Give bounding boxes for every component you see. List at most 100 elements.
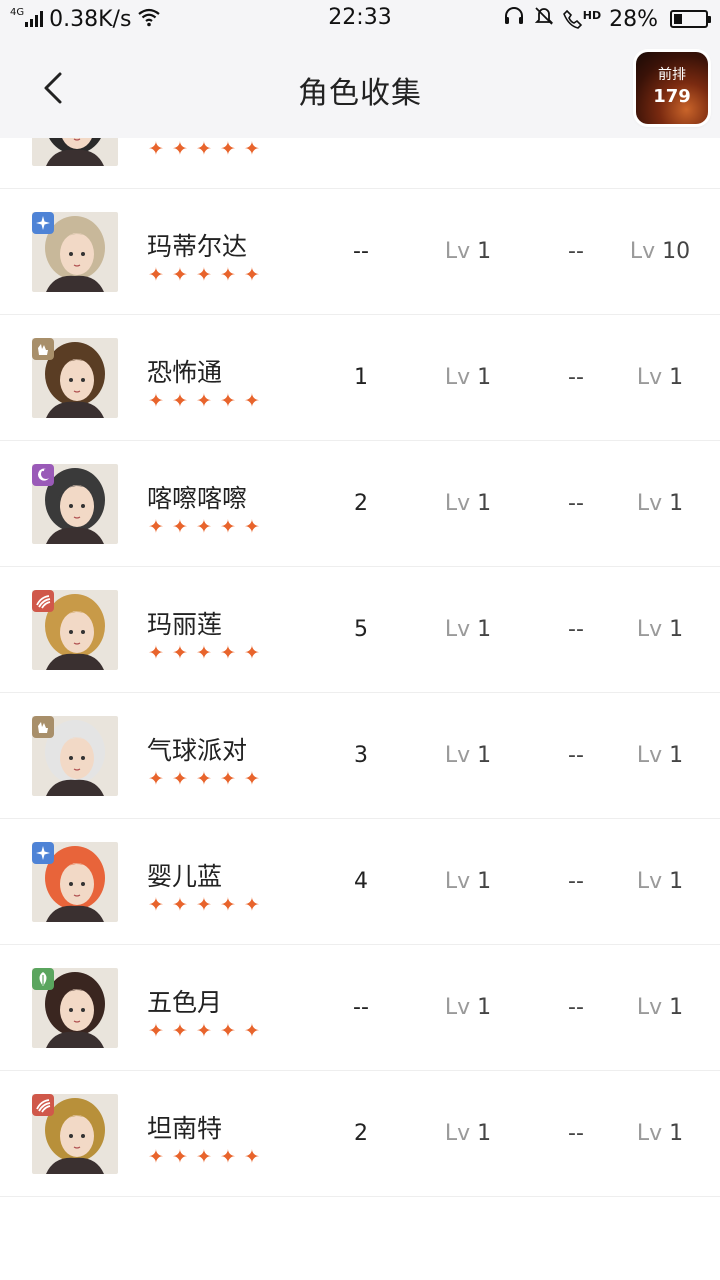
star-icon: ✦ — [196, 516, 212, 538]
battery-percent: 28% — [609, 6, 658, 32]
star-icon: ✦ — [172, 642, 188, 664]
character-row[interactable]: 五色月 ✦ ✦ ✦ ✦ ✦ -- Lv 1 -- Lv 1 — [0, 945, 720, 1071]
character-row[interactable]: 玛丽莲 ✦ ✦ ✦ ✦ ✦ 5 Lv 1 -- Lv 1 — [0, 567, 720, 693]
star-icon: ✦ — [244, 894, 260, 916]
hand-icon — [32, 716, 54, 738]
star-icon: ✦ — [244, 264, 260, 286]
level-prefix: Lv — [636, 743, 663, 768]
star-icon — [32, 842, 54, 864]
star-rating: ✦ ✦ ✦ ✦ ✦ — [146, 391, 262, 411]
level-prefix: Lv — [636, 617, 663, 642]
star-icon: ✦ — [220, 1146, 236, 1168]
star-icon: ✦ — [148, 894, 164, 916]
hd-label: HD — [582, 9, 602, 22]
awakening-rank: -- — [568, 365, 584, 390]
level-prefix: Lv — [636, 869, 663, 894]
awakening-rank: -- — [568, 995, 584, 1020]
character-level: Lv 1 — [614, 995, 706, 1020]
copies-count: -- — [353, 239, 369, 264]
star-icon: ✦ — [172, 768, 188, 790]
level-value: 1 — [669, 743, 684, 768]
skill-level: Lv 1 — [428, 1121, 508, 1146]
star-icon: ✦ — [244, 516, 260, 538]
star-icon: ✦ — [148, 264, 164, 286]
star-icon: ✦ — [196, 138, 212, 160]
level-value: 10 — [662, 239, 691, 264]
level-prefix: Lv — [636, 995, 663, 1020]
header-bar: 角色收集 前排 179 — [0, 38, 720, 138]
star-icon: ✦ — [148, 1146, 164, 1168]
star-icon: ✦ — [244, 1020, 260, 1042]
battery-icon — [670, 10, 711, 28]
awakening-rank: -- — [568, 1121, 584, 1146]
star-rating: ✦ ✦ ✦ ✦ ✦ — [146, 139, 262, 159]
star-icon: ✦ — [148, 642, 164, 664]
hd-call-icon: HD — [562, 9, 602, 29]
copies-count: 2 — [354, 1121, 368, 1146]
status-bar: 4G 0.38K/s 22:33 HD 28% — [0, 0, 720, 38]
awakening-rank: -- — [568, 491, 584, 516]
character-row[interactable]: 婴儿蓝 ✦ ✦ ✦ ✦ ✦ 4 Lv 1 -- Lv 1 — [0, 819, 720, 945]
level-prefix: Lv — [444, 365, 471, 390]
character-row[interactable]: 坦南特 ✦ ✦ ✦ ✦ ✦ 2 Lv 1 -- Lv 1 — [0, 1071, 720, 1197]
level-prefix: Lv — [444, 743, 471, 768]
star-icon: ✦ — [244, 138, 260, 160]
character-row[interactable]: 喀嚓喀嚓 ✦ ✦ ✦ ✦ ✦ 2 Lv 1 -- Lv 1 — [0, 441, 720, 567]
level-value: 1 — [669, 995, 684, 1020]
star-rating: ✦ ✦ ✦ ✦ ✦ — [146, 265, 262, 285]
character-level: Lv 1 — [614, 365, 706, 390]
skill-level: Lv 1 — [428, 239, 508, 264]
star-icon: ✦ — [196, 894, 212, 916]
skill-level: Lv 1 — [428, 743, 508, 768]
level-value: 1 — [477, 1121, 492, 1146]
level-value: 1 — [477, 869, 492, 894]
rank-badge[interactable]: 前排 179 — [636, 52, 708, 124]
headset-icon — [503, 6, 525, 32]
character-level: Lv 10 — [614, 239, 706, 264]
star-icon: ✦ — [196, 1020, 212, 1042]
level-value: 1 — [477, 995, 492, 1020]
star-icon: ✦ — [220, 642, 236, 664]
character-level: Lv 1 — [614, 491, 706, 516]
star-icon: ✦ — [172, 1146, 188, 1168]
star-icon: ✦ — [148, 516, 164, 538]
star-rating: ✦ ✦ ✦ ✦ ✦ — [146, 643, 262, 663]
character-name: 坦南特 — [147, 1114, 223, 1143]
star-icon: ✦ — [196, 264, 212, 286]
character-row[interactable]: 气球派对 ✦ ✦ ✦ ✦ ✦ 3 Lv 1 -- Lv 1 — [0, 693, 720, 819]
hand-icon — [32, 338, 54, 360]
star-icon: ✦ — [220, 768, 236, 790]
star-icon: ✦ — [220, 894, 236, 916]
character-row[interactable]: 玛蒂尔达 ✦ ✦ ✦ ✦ ✦ -- Lv 1 -- Lv 10 — [0, 189, 720, 315]
level-value: 1 — [477, 491, 492, 516]
copies-count: 2 — [354, 491, 368, 516]
character-name: 玛丽莲 — [147, 610, 223, 639]
character-name: 五色月 — [147, 988, 223, 1017]
star-icon: ✦ — [220, 138, 236, 160]
star-icon: ✦ — [172, 516, 188, 538]
skill-level: Lv 1 — [428, 365, 508, 390]
level-prefix: Lv — [444, 239, 471, 264]
copies-count: 5 — [354, 617, 368, 642]
star-icon: ✦ — [148, 768, 164, 790]
star-rating: ✦ ✦ ✦ ✦ ✦ — [146, 769, 262, 789]
rank-badge-label: 前排 — [658, 67, 686, 83]
level-value: 1 — [477, 239, 492, 264]
level-value: 1 — [477, 365, 492, 390]
level-value: 1 — [669, 1121, 684, 1146]
level-value: 1 — [669, 365, 684, 390]
level-value: 1 — [669, 491, 684, 516]
star-icon: ✦ — [244, 642, 260, 664]
star-icon: ✦ — [220, 264, 236, 286]
star-icon: ✦ — [220, 1020, 236, 1042]
star-icon: ✦ — [172, 390, 188, 412]
level-value: 1 — [477, 617, 492, 642]
level-prefix: Lv — [444, 1121, 471, 1146]
character-level: Lv 1 — [614, 617, 706, 642]
level-value: 1 — [669, 617, 684, 642]
star-icon: ✦ — [220, 516, 236, 538]
character-name: 喀嚓喀嚓 — [147, 484, 248, 513]
page-title: 角色收集 — [298, 76, 422, 111]
character-row[interactable]: 恐怖通 ✦ ✦ ✦ ✦ ✦ 1 Lv 1 -- Lv 1 — [0, 315, 720, 441]
copies-count: -- — [353, 995, 369, 1020]
